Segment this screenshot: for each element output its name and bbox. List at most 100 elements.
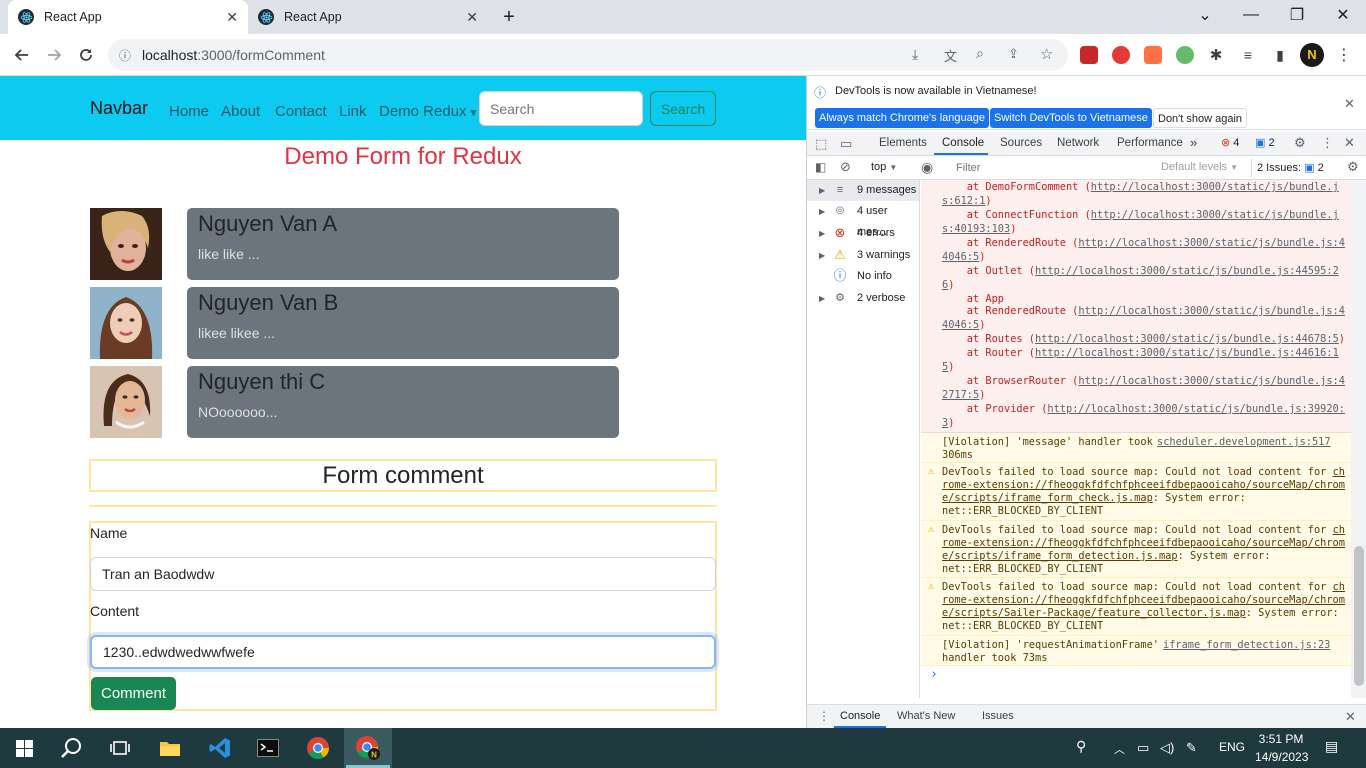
source-map-link[interactable]: rome-extension://fheoggkfdfchfphceeifdbe… xyxy=(942,594,1345,606)
nav-link-home[interactable]: Home xyxy=(169,103,209,120)
dont-show-button[interactable]: Don't show again xyxy=(1153,108,1248,128)
settings-gear-icon[interactable]: ⚙ xyxy=(1294,135,1306,151)
source-map-link[interactable]: ch xyxy=(1333,581,1345,593)
tab-search-icon[interactable]: ⌄ xyxy=(1182,0,1228,30)
show-hidden-icons-chevron-icon[interactable]: ︿ xyxy=(1114,741,1125,757)
stack-source-link[interactable]: http://localhost:3000/static/js/bundle.j… xyxy=(1035,333,1339,345)
extensions-puzzle-icon[interactable]: ✱ xyxy=(1204,43,1228,67)
more-options-icon[interactable]: ⋮ xyxy=(1321,135,1334,151)
stack-source-link[interactable]: http://localhost:3000/static/js/bundle.j… xyxy=(1035,265,1339,277)
stack-source-link[interactable]: http://localhost:3000/static/js/bundle.j xyxy=(1091,209,1339,221)
sidebar-item-errors[interactable]: ▶ ⊗ 4 errors xyxy=(807,223,919,244)
console-prompt[interactable]: › xyxy=(930,668,938,682)
tab-performance[interactable]: Performance xyxy=(1117,137,1183,149)
back-icon[interactable] xyxy=(10,43,34,67)
issues-counter[interactable]: 2 Issues: ▣ 2 xyxy=(1251,159,1329,177)
drawer-tab-console[interactable]: Console xyxy=(840,710,880,722)
file-explorer-icon[interactable] xyxy=(146,728,194,768)
task-view-icon[interactable] xyxy=(96,728,144,768)
sidebar-toggle-icon[interactable]: ◧ xyxy=(815,160,826,174)
clear-console-icon[interactable]: ⊘ xyxy=(840,159,851,175)
nav-link-link[interactable]: Link xyxy=(339,103,367,120)
sidebar-item-messages[interactable]: ▶ ≡ 9 messages xyxy=(807,180,919,201)
stack-source-link[interactable]: s:40193:103 xyxy=(942,223,1010,235)
source-map-link[interactable]: e/scripts/Sailer-Package/feature_collect… xyxy=(942,607,1246,619)
source-map-link[interactable]: ch xyxy=(1333,466,1345,478)
forward-icon[interactable] xyxy=(42,43,66,67)
scrollbar-thumb[interactable] xyxy=(1354,546,1364,686)
tab-elements[interactable]: Elements xyxy=(879,137,927,149)
new-tab-button[interactable]: + xyxy=(496,6,522,28)
zoom-icon[interactable]: ⌕ xyxy=(976,45,984,62)
tab-sources[interactable]: Sources xyxy=(1000,137,1042,149)
address-bar[interactable]: ⓘ localhost:3000/formComment ⤓ 文 ⌕ ⇪ ☆ xyxy=(108,39,1068,71)
source-map-link[interactable]: rome-extension://fheoggkfdfchfphceeifdbe… xyxy=(942,537,1345,549)
content-input[interactable] xyxy=(90,635,716,669)
close-drawer-icon[interactable]: ✕ xyxy=(1345,709,1356,725)
sidebar-item-info[interactable]: ⓘ No info xyxy=(807,266,919,287)
side-panel-icon[interactable]: ▮ xyxy=(1268,43,1292,67)
clock-time[interactable]: 3:51 PM xyxy=(1258,732,1304,746)
source-map-link[interactable]: ch xyxy=(1333,524,1345,536)
clock-date[interactable]: 14/9/2023 xyxy=(1255,750,1308,764)
install-icon[interactable]: ⤓ xyxy=(912,46,918,63)
error-count-badge[interactable]: ⊗ 4 xyxy=(1221,136,1239,149)
nav-dropdown-demo-redux[interactable]: Demo Redux ▼ xyxy=(379,103,478,120)
reload-icon[interactable] xyxy=(74,43,98,67)
bookmark-star-icon[interactable]: ☆ xyxy=(1040,45,1053,63)
stack-source-link[interactable]: 4046:5 xyxy=(942,251,979,263)
device-toolbar-icon[interactable]: ▭ xyxy=(840,136,852,152)
more-tabs-icon[interactable]: » xyxy=(1190,135,1197,150)
chrome-profile-active-icon[interactable]: N xyxy=(344,728,392,768)
source-map-link[interactable]: e/scripts/iframe_form_check.js.map xyxy=(942,492,1153,504)
source-link[interactable]: iframe_form_detection.js:23 xyxy=(1163,638,1330,652)
search-icon[interactable] xyxy=(48,728,96,768)
message-count-badge[interactable]: ▣ 2 xyxy=(1255,136,1275,149)
stack-source-link[interactable]: http://localhost:3000/static/js/bundle.j… xyxy=(1078,237,1345,249)
terminal-icon[interactable] xyxy=(244,728,292,768)
stack-source-link[interactable]: 2717:5 xyxy=(942,389,979,401)
chrome-icon[interactable] xyxy=(294,728,342,768)
close-devtools-icon[interactable]: ✕ xyxy=(1344,135,1355,151)
extension-icon[interactable] xyxy=(1112,46,1130,64)
close-window-button[interactable]: ✕ xyxy=(1320,0,1366,30)
language-indicator[interactable]: ENG xyxy=(1219,740,1245,754)
name-input[interactable] xyxy=(90,557,716,591)
log-levels-dropdown[interactable]: Default levels ▼ xyxy=(1161,161,1238,173)
source-link[interactable]: scheduler.development.js:517 xyxy=(1157,435,1331,449)
tab-close-icon[interactable]: ✕ xyxy=(226,9,238,26)
navbar-brand[interactable]: Navbar xyxy=(90,98,148,119)
people-icon[interactable]: ⚲ xyxy=(1076,738,1086,755)
extension-icon[interactable] xyxy=(1176,46,1194,64)
navbar-search-button[interactable]: Search xyxy=(650,91,716,126)
minimize-button[interactable]: — xyxy=(1228,0,1274,30)
maximize-button[interactable]: ❐ xyxy=(1274,0,1320,30)
notifications-icon[interactable]: ▤ xyxy=(1325,738,1338,755)
tab-network[interactable]: Network xyxy=(1057,137,1099,149)
stack-source-link[interactable]: http://localhost:3000/static/js/bundle.j xyxy=(1091,181,1339,193)
pen-icon[interactable]: ✎ xyxy=(1186,740,1197,756)
console-settings-icon[interactable]: ⚙ xyxy=(1347,159,1359,175)
windows-start-icon[interactable] xyxy=(0,728,48,768)
network-icon[interactable]: ▭ xyxy=(1137,740,1149,756)
stack-source-link[interactable]: http://localhost:3000/static/js/bundle.j… xyxy=(1078,305,1345,317)
sidebar-item-warnings[interactable]: ▶ ⚠ 3 warnings xyxy=(807,245,919,266)
sidebar-item-verbose[interactable]: ▶ ⚙ 2 verbose xyxy=(807,288,919,309)
browser-tab[interactable]: React App ✕ xyxy=(8,0,248,34)
nav-link-about[interactable]: About xyxy=(221,103,260,120)
source-map-link[interactable]: e/scripts/iframe_form_detection.js.map xyxy=(942,550,1178,562)
profile-avatar[interactable]: N xyxy=(1300,43,1324,67)
stack-source-link[interactable]: s:612:1 xyxy=(942,195,985,207)
browser-tab[interactable]: React App ✕ xyxy=(248,0,488,34)
sidebar-item-user-messages[interactable]: ▶ ◎ 4 user mes... xyxy=(807,201,919,238)
share-icon[interactable]: ⇪ xyxy=(1008,46,1019,62)
console-filter-input[interactable] xyxy=(950,159,1154,177)
navbar-search-input[interactable] xyxy=(479,91,643,126)
context-selector[interactable]: top ▼ xyxy=(871,161,897,173)
drawer-menu-icon[interactable]: ⋮ xyxy=(818,709,830,723)
switch-language-button[interactable]: Switch DevTools to Vietnamese xyxy=(990,108,1152,128)
vscode-icon[interactable] xyxy=(196,728,244,768)
stack-source-link[interactable]: http://localhost:3000/static/js/bundle.j… xyxy=(1035,347,1339,359)
inspect-icon[interactable]: ⬚ xyxy=(815,136,827,152)
comment-submit-button[interactable]: Comment xyxy=(91,677,176,710)
